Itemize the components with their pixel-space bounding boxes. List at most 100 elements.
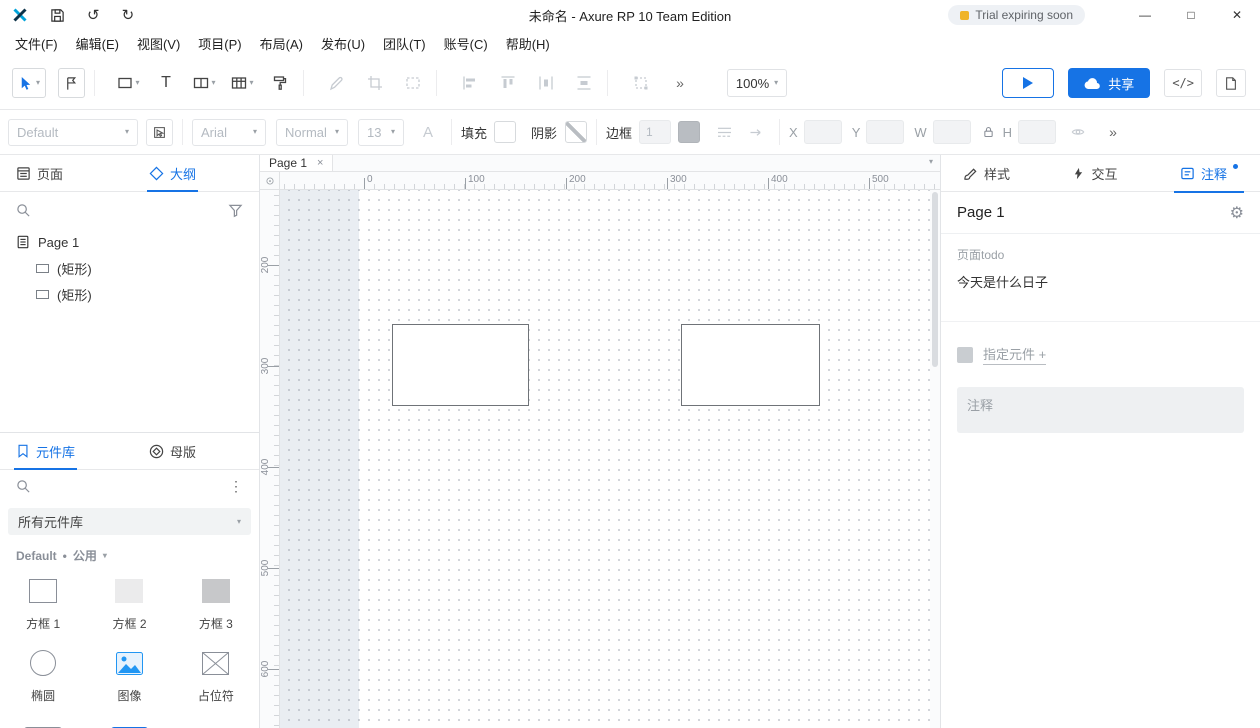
h-field[interactable] [1018,120,1057,144]
menu-view[interactable]: 视图(V) [128,34,189,53]
tab-style[interactable]: 样式 [963,155,1010,192]
share-button[interactable]: 共享 [1068,68,1151,98]
tab-list-chevron-icon[interactable]: ▾ [929,158,933,166]
search-icon[interactable] [16,479,31,494]
font-size-select[interactable]: 13 ▾ [358,118,404,146]
widget-notes-input[interactable]: 注释 [957,387,1244,433]
menu-team[interactable]: 团队(T) [374,34,435,53]
style-pen-tool[interactable] [323,68,351,98]
widget-ellipse[interactable]: 椭圆 [0,648,86,704]
menu-arrange[interactable]: 布局(A) [251,34,312,53]
select-mode-button[interactable] [146,118,173,146]
maximize-button[interactable]: □ [1168,0,1214,30]
zoom-select[interactable]: 100% ▾ [727,69,788,97]
code-view-button[interactable]: </> [1164,69,1202,97]
widget-image[interactable]: 图像 [86,648,172,704]
formatbar-overflow-button[interactable]: » [1098,117,1126,147]
menu-project[interactable]: 项目(P) [189,34,250,53]
save-icon[interactable] [50,8,65,23]
trial-badge[interactable]: Trial expiring soon [948,5,1085,25]
border-width-field[interactable]: 1 [639,120,672,144]
library-group-header[interactable]: Default • 公用 ▾ [16,547,259,564]
arrow-style-button[interactable] [742,117,770,147]
crop-tool[interactable] [361,68,389,98]
format-painter-tool[interactable] [266,68,294,98]
table-tool[interactable]: ▾ [228,68,256,98]
notes-badge-dot [1232,163,1238,169]
line-style-button[interactable] [710,117,738,147]
x-field[interactable] [803,120,842,144]
marquee-select-tool[interactable] [399,68,427,98]
tree-row-page1[interactable]: Page 1 [0,229,259,255]
kebab-menu-icon[interactable]: ⋮ [229,478,243,495]
widget-placeholder[interactable]: 占位符 [173,648,259,704]
filter-icon[interactable] [228,203,243,218]
distribute-horizontal-tool[interactable] [532,68,560,98]
tab-outline[interactable]: 大纲 [147,155,199,192]
fill-swatch[interactable] [494,121,517,143]
font-style-select[interactable]: Normal ▾ [276,118,348,146]
tab-pages[interactable]: 页面 [16,155,63,191]
widget-box3[interactable]: 方框 3 [173,576,259,632]
shape-tool[interactable]: ▾ [114,68,142,98]
search-icon[interactable] [16,203,31,218]
library-tabs: 元件库 母版 [0,433,259,470]
menu-publish[interactable]: 发布(U) [312,34,374,53]
undo-icon[interactable]: ↺ [87,8,100,23]
widget-box2[interactable]: 方框 2 [86,576,172,632]
align-left-tool[interactable] [456,68,484,98]
select-tool[interactable]: ▾ [12,68,47,98]
design-surface[interactable] [280,190,930,728]
text-tool[interactable]: T [152,68,180,98]
chevron-down-icon: ▾ [135,78,140,87]
spec-document-button[interactable] [1216,69,1246,97]
widget-button-primary[interactable]: BUTTON [0,720,86,728]
ruler-origin-button[interactable] [260,172,280,190]
tree-row-rect2[interactable]: (矩形) [0,281,259,307]
canvas-vertical-scrollbar[interactable] [930,190,940,728]
rectangle-shape-1[interactable] [392,324,529,406]
lock-ratio-button[interactable] [975,117,1003,147]
interaction-pointer-tool[interactable] [58,68,86,98]
page-tab-page1[interactable]: Page 1 × [260,155,334,171]
tab-widget-library[interactable]: 元件库 [13,433,78,470]
minimize-button[interactable]: — [1122,0,1168,30]
visibility-button[interactable] [1064,117,1092,147]
shadow-swatch[interactable] [565,121,588,143]
library-filter-select[interactable]: 所有元件库 ▾ [8,508,251,535]
close-tab-icon[interactable]: × [317,157,323,169]
font-family-select[interactable]: Arial ▾ [192,118,266,146]
menu-account[interactable]: 账号(C) [435,34,497,53]
gear-icon[interactable]: ⚙ [1230,203,1244,223]
group-tool[interactable] [627,68,655,98]
menu-help[interactable]: 帮助(H) [497,34,559,53]
style-preset-select[interactable]: Default ▾ [8,118,138,146]
tab-notes[interactable]: 注释 [1173,155,1245,193]
x-label: X [789,124,798,140]
note-field-value[interactable]: 今天是什么日子 [957,272,1244,291]
y-field[interactable] [866,120,905,144]
scrollbar-thumb[interactable] [932,192,938,367]
tab-masters[interactable]: 母版 [149,433,196,469]
tree-row-rect1[interactable]: (矩形) [0,255,259,281]
widget-button-filled[interactable]: BUTTON [86,720,172,728]
border-color-swatch[interactable] [678,121,701,143]
assign-widget-link[interactable]: 指定元件 + [983,344,1047,365]
preview-button[interactable] [1002,68,1055,98]
close-button[interactable]: ✕ [1214,0,1260,30]
font-color-button[interactable]: A [414,117,442,147]
menu-edit[interactable]: 编辑(E) [67,34,128,53]
trial-text: Trial expiring soon [975,8,1073,22]
tab-interactions[interactable]: 交互 [1072,155,1118,192]
redo-icon[interactable]: ↻ [122,8,135,23]
distribute-vertical-tool[interactable] [570,68,598,98]
widget-box1[interactable]: 方框 1 [0,576,86,632]
inline-frame-tool[interactable]: ▾ [190,68,218,98]
menu-file[interactable]: 文件(F) [6,34,67,53]
align-top-tool[interactable] [494,68,522,98]
rectangle-shape-2[interactable] [681,324,820,406]
w-field[interactable] [932,120,971,144]
widget-button-text[interactable]: BUTTON [173,720,259,728]
toolbar-overflow-button[interactable]: » [665,68,693,98]
divider [596,119,598,145]
